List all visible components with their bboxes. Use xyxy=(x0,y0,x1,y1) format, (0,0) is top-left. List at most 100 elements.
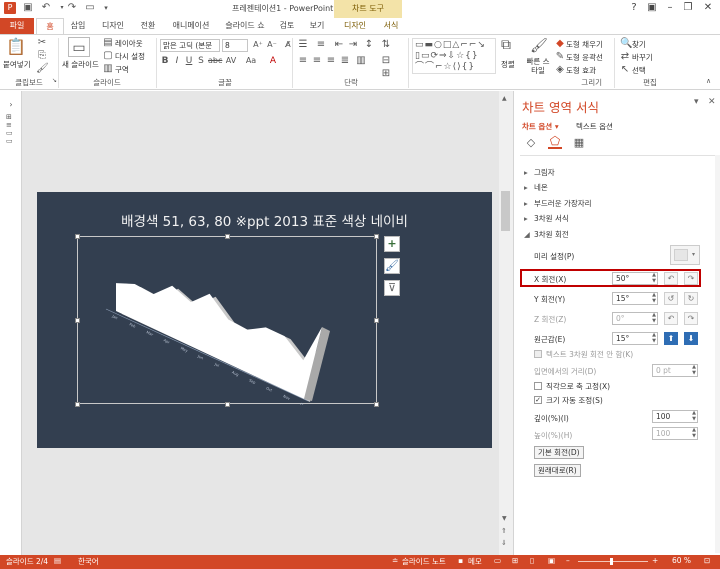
section-icon[interactable]: ▥ xyxy=(103,63,113,75)
slide-sorter-icon[interactable]: ⊞ xyxy=(512,556,518,565)
zoom-level[interactable]: 60 % xyxy=(672,556,691,565)
vertical-scrollbar[interactable]: ▲ ▼ ⇑ ⇓ xyxy=(499,91,513,555)
proofing-icon[interactable]: ▤ xyxy=(54,556,61,565)
depth-input[interactable]: 100 ▲ ▼ xyxy=(652,410,698,423)
font-color-icon[interactable]: A xyxy=(266,55,280,67)
chart-elements-icon[interactable]: + xyxy=(384,236,400,252)
select-icon[interactable]: ↖ xyxy=(620,64,630,76)
shape-fill-button[interactable]: 도형 채우기 xyxy=(566,39,603,50)
default-rotation-button[interactable]: 기본 회전(D) xyxy=(534,446,584,459)
right-angle-axes-checkbox[interactable] xyxy=(534,382,542,390)
shape-outline-icon[interactable]: ✎ xyxy=(555,51,565,63)
section-button[interactable]: 구역 xyxy=(115,64,129,75)
format-painter-icon[interactable]: 🖌 xyxy=(36,63,49,75)
align-center-icon[interactable]: ≡ xyxy=(311,55,323,67)
fit-slide-icon[interactable]: ⊡ xyxy=(704,556,710,565)
shape-effects-button[interactable]: 도형 효과 xyxy=(566,65,596,76)
columns-icon[interactable]: ▥ xyxy=(355,55,367,67)
slide-show-icon[interactable]: ▣ xyxy=(548,556,555,565)
rotate-counterclockwise-icon[interactable]: ↶ xyxy=(664,312,678,325)
spinner-icon[interactable]: ▲ ▼ xyxy=(692,410,696,422)
section-3d-format[interactable]: ▸ 3차원 서식 xyxy=(524,213,569,224)
find-icon[interactable]: 🔍 xyxy=(620,38,632,50)
shadow-icon[interactable]: S xyxy=(196,55,206,67)
fill-line-icon[interactable]: ◇ xyxy=(524,137,538,149)
expand-thumbnails-icon[interactable]: › xyxy=(5,99,17,111)
quick-styles-button[interactable]: 빠른 스타일 xyxy=(524,57,552,75)
notes-button[interactable]: 슬라이드 노트 xyxy=(402,556,446,567)
scroll-down-icon[interactable]: ▼ xyxy=(502,515,507,522)
spinner-icon[interactable]: ▲ ▼ xyxy=(652,332,656,344)
tab-animations[interactable]: 애니메이션 xyxy=(168,18,214,34)
resize-handle[interactable] xyxy=(374,318,379,323)
ribbon-display-options-icon[interactable]: ▣ xyxy=(644,1,660,15)
zoom-slider-thumb[interactable] xyxy=(610,558,613,565)
tab-design[interactable]: 디자인 xyxy=(98,18,128,34)
chart-filters-icon[interactable]: ⊽ xyxy=(384,280,400,296)
effects-icon[interactable]: ⬠ xyxy=(548,135,562,149)
shape-fill-icon[interactable]: ◆ xyxy=(555,38,565,50)
resize-handle[interactable] xyxy=(225,402,230,407)
text-direction-icon[interactable]: ⇅ xyxy=(380,39,392,51)
spinner-icon[interactable]: ▲ ▼ xyxy=(692,364,696,376)
resize-handle[interactable] xyxy=(75,318,80,323)
align-right-icon[interactable]: ≡ xyxy=(325,55,337,67)
reading-view-icon[interactable]: ▯ xyxy=(530,556,534,565)
italic-icon[interactable]: I xyxy=(172,55,182,67)
scroll-up-icon[interactable]: ▲ xyxy=(502,95,507,102)
spinner-icon[interactable]: ▲ ▼ xyxy=(652,312,656,324)
rotate-clockwise-icon[interactable]: ↷ xyxy=(684,312,698,325)
align-left-icon[interactable]: ≡ xyxy=(297,55,309,67)
resize-handle[interactable] xyxy=(75,402,80,407)
numbering-icon[interactable]: ≡ xyxy=(315,39,327,51)
narrow-field-of-view-icon[interactable]: ⬆ xyxy=(664,332,678,345)
shape-effects-icon[interactable]: ◈ xyxy=(555,64,565,76)
minimize-button[interactable]: – xyxy=(662,1,678,15)
autoscale-checkbox[interactable]: ✓ xyxy=(534,396,542,404)
language-indicator[interactable]: 한국어 xyxy=(78,556,99,567)
rotate-down-icon[interactable]: ↻ xyxy=(684,292,698,305)
section-glow[interactable]: ▸ 네온 xyxy=(524,182,548,193)
paste-button-label[interactable]: 붙여넣기 xyxy=(3,59,31,70)
start-from-beginning-icon[interactable]: ▭ xyxy=(84,2,96,14)
align-text-icon[interactable]: ⊟ xyxy=(380,55,392,67)
grow-font-icon[interactable]: A⁺ xyxy=(252,39,264,51)
chart-area[interactable]: Jan Feb Mar Apr May Jun Jul Aug Sep Oct Nov Dec xyxy=(75,234,379,407)
tab-file[interactable]: 파일 xyxy=(0,18,34,34)
font-size-box[interactable]: 8 xyxy=(222,39,248,52)
tab-chart-design[interactable]: 디자인 xyxy=(340,18,370,34)
line-spacing-icon[interactable]: ↕ xyxy=(363,39,375,51)
replace-button[interactable]: 바꾸기 xyxy=(632,52,653,63)
tab-slide-show[interactable]: 슬라이드 쇼 xyxy=(222,18,268,34)
resize-handle[interactable] xyxy=(374,234,379,239)
zoom-slider[interactable] xyxy=(578,558,648,565)
size-properties-icon[interactable]: ▦ xyxy=(572,137,586,149)
shape-outline-button[interactable]: 도형 윤곽선 xyxy=(566,52,603,63)
layout-icon[interactable]: ▤ xyxy=(103,37,113,49)
reset-button[interactable]: 원래대로(R) xyxy=(534,464,581,477)
previous-slide-icon[interactable]: ⇑ xyxy=(501,527,507,535)
select-button[interactable]: 선택 xyxy=(632,65,646,76)
rotate-up-icon[interactable]: ↺ xyxy=(664,292,678,305)
tab-view[interactable]: 보기 xyxy=(306,18,328,34)
character-spacing-icon[interactable]: AV xyxy=(224,55,238,67)
height-input[interactable]: 100 ▲ ▼ xyxy=(652,427,698,440)
close-button[interactable]: ✕ xyxy=(700,1,716,15)
tab-transitions[interactable]: 전환 xyxy=(136,18,160,34)
perspective-input[interactable]: 15° ▲ ▼ xyxy=(612,332,658,345)
underline-icon[interactable]: U xyxy=(184,55,194,67)
help-icon[interactable]: ? xyxy=(626,1,642,15)
notes-icon[interactable]: ≐ xyxy=(392,556,398,565)
comments-button[interactable]: 메모 xyxy=(468,556,482,567)
find-button[interactable]: 찾기 xyxy=(632,39,646,50)
strikethrough-icon[interactable]: abc xyxy=(208,55,222,67)
shrink-font-icon[interactable]: A⁻ xyxy=(266,39,278,51)
change-case-icon[interactable]: Aa xyxy=(244,55,258,67)
reset-button[interactable]: 다시 설정 xyxy=(115,51,145,62)
tab-chart-format[interactable]: 서식 xyxy=(378,18,404,34)
shapes-gallery[interactable]: ▭▬○□△⌐⌐↘ ▯▭⟳⇒⇩☆{} ⌒⌒⌐☆⟨⟩{} xyxy=(412,38,496,74)
tab-text-options[interactable]: 텍스트 옵션 xyxy=(576,121,613,132)
redo-icon[interactable]: ↷ xyxy=(66,2,78,14)
spinner-icon[interactable]: ▲ ▼ xyxy=(692,427,696,439)
new-slide-icon[interactable]: ▭ xyxy=(68,37,90,57)
